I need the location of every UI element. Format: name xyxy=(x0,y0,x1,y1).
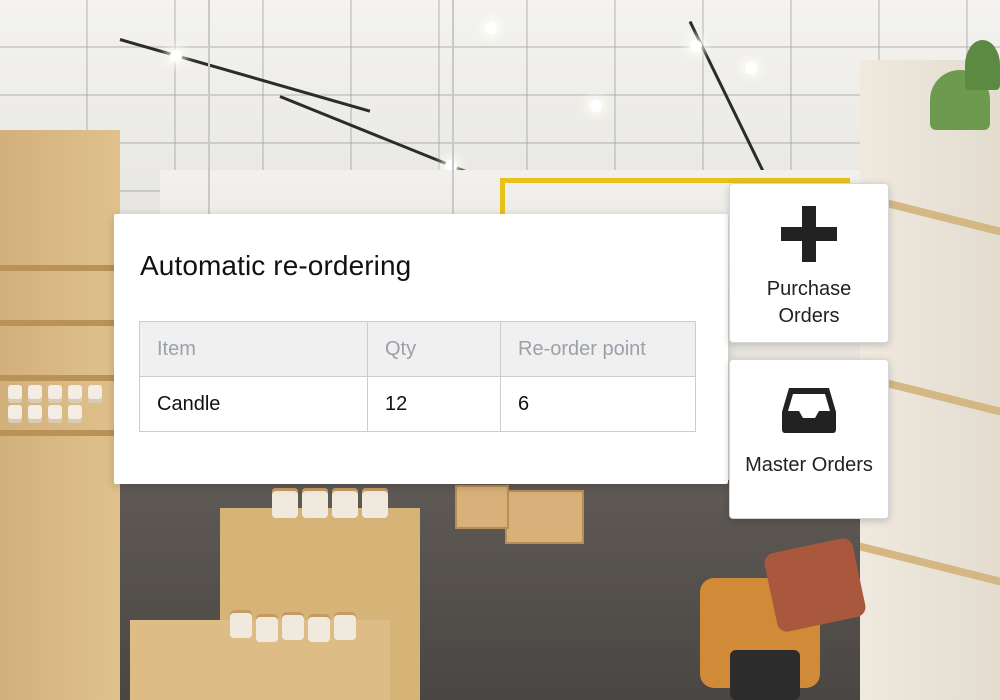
ceiling-light xyxy=(170,50,182,62)
master-orders-label: Master Orders xyxy=(745,454,873,476)
wooden-crate xyxy=(505,490,584,544)
hanging-chain xyxy=(452,0,454,215)
candle-jar xyxy=(334,612,356,640)
candle-jar xyxy=(256,614,278,642)
wooden-crate xyxy=(455,485,509,529)
candle-jar xyxy=(308,614,330,642)
cell-item: Candle xyxy=(139,376,368,432)
purchase-orders-label: Purchase Orders xyxy=(766,278,852,327)
plant xyxy=(965,40,1000,90)
candle-jar xyxy=(272,488,298,518)
hanging-chain xyxy=(208,0,210,215)
panel-title: Automatic re-ordering xyxy=(140,250,412,281)
auto-reorder-panel: Automatic re-ordering Item Qty Re-order … xyxy=(114,214,728,484)
master-orders-button[interactable]: Master Orders xyxy=(729,359,889,519)
table-row[interactable]: Candle 12 6 xyxy=(139,376,696,432)
purchase-orders-button[interactable]: Purchase Orders xyxy=(729,183,889,343)
column-header-item: Item xyxy=(139,321,368,377)
left-pegboard-shelf xyxy=(0,130,120,700)
ceiling-light xyxy=(590,100,602,112)
candle-jar xyxy=(302,488,328,518)
basket xyxy=(730,650,800,700)
ceiling-light xyxy=(690,40,702,52)
cell-reorder-point: 6 xyxy=(500,376,696,432)
plus-icon xyxy=(780,204,838,264)
candle-jar xyxy=(230,610,252,638)
cell-qty: 12 xyxy=(367,376,501,432)
reorder-table: Item Qty Re-order point Candle 12 6 xyxy=(139,321,696,432)
column-header-qty: Qty xyxy=(367,321,501,377)
candle-jar xyxy=(362,488,388,518)
ceiling-light xyxy=(745,62,757,74)
ceiling-light xyxy=(485,22,497,34)
candle-jar xyxy=(332,488,358,518)
inbox-tray-icon xyxy=(781,380,837,440)
candle-jar xyxy=(282,612,304,640)
column-header-reorder-point: Re-order point xyxy=(500,321,696,377)
table-header-row: Item Qty Re-order point xyxy=(139,321,696,377)
